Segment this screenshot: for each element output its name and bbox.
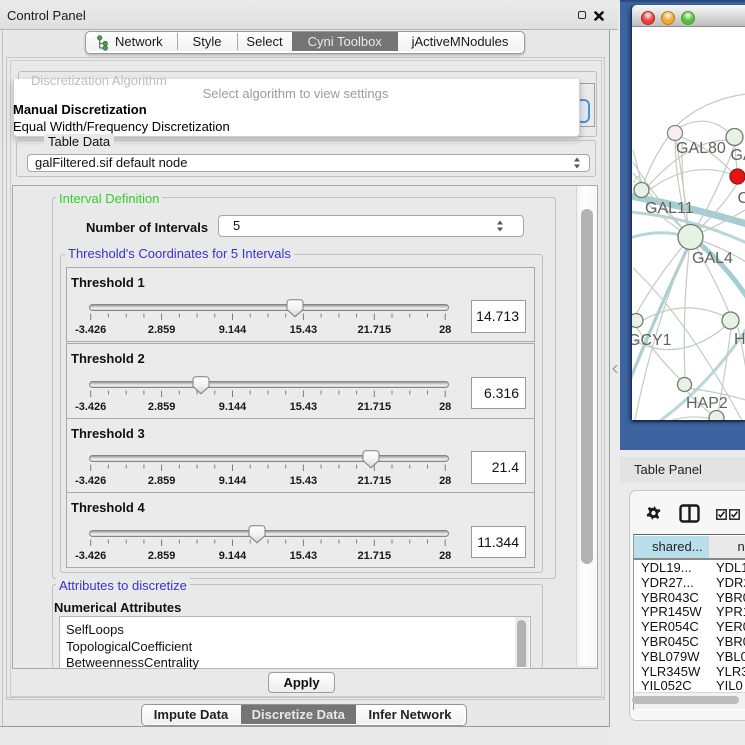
svg-text:GAL4: GAL4 — [692, 250, 733, 267]
svg-text:GCY1: GCY1 — [632, 332, 672, 349]
svg-text:C: C — [738, 190, 745, 207]
svg-text:GAL11: GAL11 — [645, 200, 694, 217]
svg-text:GA: GA — [731, 147, 745, 164]
svg-text:GAL80: GAL80 — [676, 140, 726, 157]
svg-text:H: H — [734, 331, 745, 348]
svg-text:HAP2: HAP2 — [686, 395, 728, 412]
